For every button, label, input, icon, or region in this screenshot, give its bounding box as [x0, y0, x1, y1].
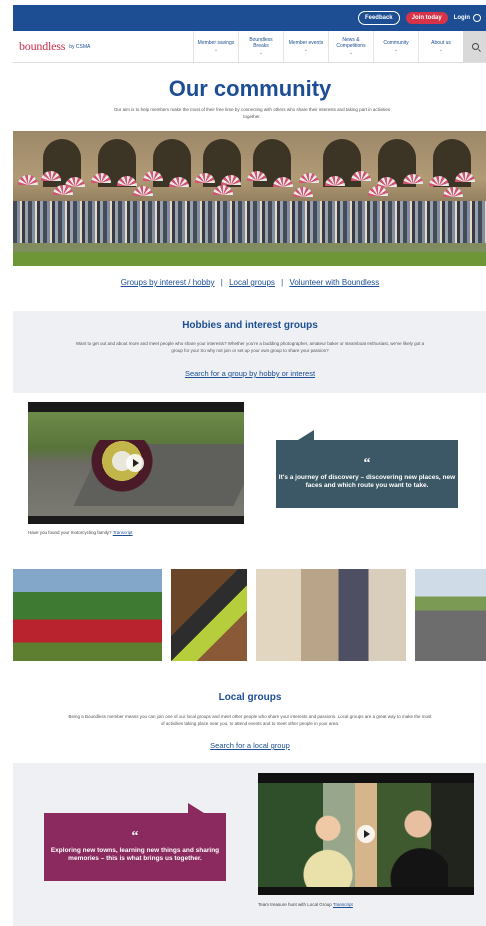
quote-tail [188, 803, 204, 813]
chevron-down-icon: ⌄ [258, 50, 264, 56]
quote-icon: “ [131, 829, 139, 844]
quote-icon: “ [363, 456, 371, 471]
chevron-down-icon: ⌄ [348, 50, 354, 56]
join-today-button[interactable]: Join today [405, 12, 448, 24]
main-navigation: boundless by CSMA Member savings ⌄ Bound… [13, 31, 486, 63]
login-link[interactable]: Login [454, 14, 481, 22]
nav-item-label: About us [431, 40, 451, 46]
nav-item-boundless-breaks[interactable]: Boundless Breaks ⌄ [238, 31, 283, 62]
motorcyclist [90, 440, 154, 500]
search-icon [471, 43, 479, 50]
nav-item-member-savings[interactable]: Member savings ⌄ [193, 31, 238, 62]
link-local-groups[interactable]: Local groups [229, 278, 275, 287]
classic-cars-photo [13, 569, 162, 661]
transcript-link[interactable]: Transcript [113, 530, 133, 535]
play-icon[interactable] [357, 825, 375, 843]
journey-quote: “ It's a journey of discovery – discover… [276, 440, 458, 508]
utility-bar: Feedback Join today Login [13, 5, 486, 31]
members-chatting-photo [256, 569, 406, 661]
nav-item-label: Member events [288, 40, 324, 46]
chevron-down-icon: ⌄ [303, 47, 309, 53]
chevron-down-icon: ⌄ [393, 47, 399, 53]
exploring-quote: “ Exploring new towns, learning new thin… [44, 813, 226, 881]
feedback-button[interactable]: Feedback [357, 11, 400, 25]
group-members [298, 803, 448, 887]
nav-item-label: Member savings [197, 40, 235, 46]
page-intro: Our aim is to help members make the most… [113, 107, 391, 119]
hobbies-search-link[interactable]: Search for a group by hobby or interest [13, 369, 486, 378]
nav-items: Member savings ⌄ Boundless Breaks ⌄ Memb… [193, 31, 463, 62]
play-icon[interactable] [126, 454, 144, 472]
nav-item-about-us[interactable]: About us ⌄ [418, 31, 463, 62]
hobbies-body: Want to get out and about more and meet … [75, 341, 425, 353]
motorcycling-video[interactable] [28, 402, 244, 524]
nav-item-label: News & Competitions [336, 37, 366, 49]
user-icon [473, 14, 481, 22]
nav-item-member-events[interactable]: Member events ⌄ [283, 31, 328, 62]
nav-item-label: Community [383, 40, 409, 46]
link-groups-by-interest[interactable]: Groups by interest / hobby [121, 278, 215, 287]
nav-item-label: Boundless Breaks [249, 37, 273, 49]
hobbies-title: Hobbies and interest groups [182, 320, 318, 331]
chevron-down-icon: ⌄ [438, 47, 444, 53]
lawn [13, 252, 486, 266]
quote-text: Exploring new towns, learning new things… [50, 847, 220, 862]
nav-item-community[interactable]: Community ⌄ [373, 31, 418, 62]
treasure-hunt-video[interactable] [258, 773, 474, 895]
quote-tail [298, 430, 314, 440]
video-caption-text: Have you found your motorcycling family? [28, 530, 112, 535]
hero-image [13, 131, 486, 266]
quick-links: Groups by interest / hobby | Local group… [13, 278, 486, 287]
video-caption: Team treasure hunt with Local Group Tran… [258, 902, 353, 907]
link-volunteer[interactable]: Volunteer with Boundless [289, 278, 379, 287]
local-group-search-link[interactable]: Search for a local group [13, 741, 486, 750]
craft-tools-photo [171, 569, 247, 661]
brand-logo[interactable]: boundless by CSMA [13, 31, 193, 62]
video-caption: Have you found your motorcycling family?… [28, 530, 133, 535]
transcript-link[interactable]: Transcript [333, 902, 353, 907]
brand-name: boundless [19, 39, 66, 53]
chevron-down-icon: ⌄ [213, 47, 219, 53]
local-groups-title: Local groups [218, 692, 282, 703]
page-title: Our community [168, 76, 332, 101]
login-label: Login [453, 15, 470, 21]
motorcycle-road-photo [415, 569, 486, 661]
brand-sub: by CSMA [69, 43, 91, 50]
search-button[interactable] [463, 31, 486, 62]
quote-text: It's a journey of discovery – discoverin… [278, 474, 456, 489]
separator: | [281, 278, 284, 287]
nav-item-news-competitions[interactable]: News & Competitions ⌄ [328, 31, 373, 62]
separator: | [220, 278, 223, 287]
crowd [13, 201, 486, 243]
video-caption-text: Team treasure hunt with Local Group [258, 902, 332, 907]
local-groups-body: Being a Boundless member means you can j… [68, 714, 432, 726]
